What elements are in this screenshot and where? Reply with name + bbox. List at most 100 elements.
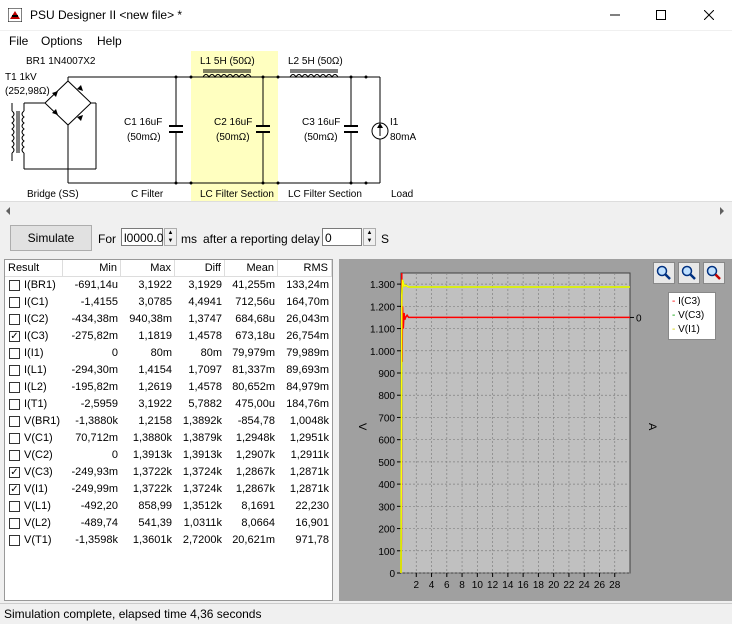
table-row[interactable]: I(BR1) -691,14u 3,1922 3,1929 41,255m 133,24m xyxy=(5,277,332,294)
seconds-label: S xyxy=(381,232,390,246)
t1-resistance-label: (252,98Ω) xyxy=(5,86,50,97)
result-checkbox[interactable] xyxy=(9,348,20,359)
cell-rms: 971,78 xyxy=(295,534,329,546)
status-text: Simulation complete, elapsed time 4,36 s… xyxy=(4,607,262,621)
table-row[interactable]: I(C2) -434,38m 940,38m 1,3747 684,68u 26,043m xyxy=(5,311,332,328)
simulation-toolbar: Simulate For l0000.0 ▲ ▼ ms after a repor… xyxy=(0,218,732,256)
header-max[interactable]: Max xyxy=(121,260,175,277)
schematic-horizontal-scrollbar[interactable] xyxy=(0,201,732,218)
cell-rms: 26,043m xyxy=(286,313,329,325)
zoom-out-button[interactable] xyxy=(678,262,700,284)
menu-help[interactable]: Help xyxy=(97,34,122,48)
x-tick-label: 20 xyxy=(548,580,560,591)
result-checkbox[interactable] xyxy=(9,450,20,461)
result-checkbox[interactable] xyxy=(9,501,20,512)
y-tick-label: 500 xyxy=(378,458,395,469)
zoom-reset-button[interactable] xyxy=(703,262,725,284)
minimize-button[interactable] xyxy=(592,0,638,30)
close-button[interactable] xyxy=(686,0,732,30)
close-icon xyxy=(704,10,714,20)
schematic-drawing xyxy=(11,69,389,185)
result-checkbox[interactable]: ✓ xyxy=(9,484,20,495)
table-row[interactable]: V(C2) 0 1,3913k 1,3913k 1,2907k 1,2911k xyxy=(5,447,332,464)
header-min[interactable]: Min xyxy=(63,260,121,277)
cell-diff: 80m xyxy=(200,347,222,359)
menu-file[interactable]: File xyxy=(9,34,28,48)
table-row[interactable]: ✓ V(C3) -249,93m 1,3722k 1,3724k 1,2867k 1,287… xyxy=(5,464,332,481)
cell-diff: 1,3892k xyxy=(182,415,222,427)
header-diff[interactable]: Diff xyxy=(175,260,225,277)
scroll-right-icon[interactable] xyxy=(718,205,726,219)
header-rms[interactable]: RMS xyxy=(278,260,332,277)
cell-min: -2,5959 xyxy=(80,398,118,410)
cell-max: 1,3722k xyxy=(132,483,172,495)
zoom-in-icon xyxy=(656,265,671,280)
schematic-view[interactable]: BR1 1N4007X2 T1 1kV (252,98Ω) C1 16uF (5… xyxy=(0,51,732,201)
result-name: V(BR1) xyxy=(24,415,61,427)
cell-max: 80m xyxy=(150,347,172,359)
y-tick-label: 1.300 xyxy=(370,280,395,291)
y-tick-label: 1.100 xyxy=(370,325,395,336)
delay-input[interactable]: 0 xyxy=(322,228,362,246)
result-name: I(C2) xyxy=(24,313,49,325)
table-row[interactable]: V(T1) -1,3598k 1,3601k 2,7200k 20,621m 971,78 xyxy=(5,532,332,549)
header-mean[interactable]: Mean xyxy=(225,260,278,277)
legend-item: - V(C3) xyxy=(672,309,712,323)
table-row[interactable]: I(I1) 0 80m 80m 79,979m 79,989m xyxy=(5,345,332,362)
result-checkbox[interactable] xyxy=(9,416,20,427)
result-checkbox[interactable] xyxy=(9,518,20,529)
cell-diff: 3,1929 xyxy=(188,279,222,291)
result-checkbox[interactable] xyxy=(9,314,20,325)
table-row[interactable]: I(L2) -195,82m 1,2619 1,4578 80,652m 84,979m xyxy=(5,379,332,396)
table-row[interactable]: V(BR1) -1,3880k 1,2158 1,3892k -854,78 1,0048… xyxy=(5,413,332,430)
cell-mean: 1,2948k xyxy=(235,432,275,444)
table-row[interactable]: I(T1) -2,5959 3,1922 5,7882 475,00u 184,76m xyxy=(5,396,332,413)
result-checkbox[interactable] xyxy=(9,365,20,376)
simulate-button[interactable]: Simulate xyxy=(10,225,92,251)
cell-min: -492,20 xyxy=(80,500,118,512)
br1-label: BR1 1N4007X2 xyxy=(26,56,96,67)
x-tick-label: 18 xyxy=(533,580,545,591)
table-row[interactable]: V(C1) 70,712m 1,3880k 1,3879k 1,2948k 1,2951k xyxy=(5,430,332,447)
result-checkbox[interactable]: ✓ xyxy=(9,467,20,478)
x-tick-label: 16 xyxy=(518,580,530,591)
cell-mean: 673,18u xyxy=(235,330,275,342)
duration-input[interactable]: l0000.0 xyxy=(121,228,163,246)
cell-diff: 1,3747 xyxy=(188,313,222,325)
cell-diff: 1,0311k xyxy=(183,517,222,529)
table-row[interactable]: I(C1) -1,4155 3,0785 4,4941 712,56u 164,70m xyxy=(5,294,332,311)
menu-options[interactable]: Options xyxy=(41,34,82,48)
scroll-left-icon[interactable] xyxy=(4,205,12,219)
result-checkbox[interactable] xyxy=(9,399,20,410)
cell-rms: 16,901 xyxy=(295,517,329,529)
cell-rms: 1,0048k xyxy=(289,415,329,427)
legend-item: - I(C3) xyxy=(672,295,712,309)
chart-panel[interactable]: 0 100 200 300 400 500 600 700 800 900 1.000 1.100 1.… xyxy=(339,259,732,601)
x-tick-label: 2 xyxy=(413,580,419,591)
header-result[interactable]: Result xyxy=(5,260,63,277)
result-checkbox[interactable] xyxy=(9,280,20,291)
duration-spinner[interactable]: ▲ ▼ xyxy=(164,228,177,246)
result-checkbox[interactable] xyxy=(9,535,20,546)
table-row[interactable]: V(L1) -492,20 858,99 1,3512k 8,1691 22,230 xyxy=(5,498,332,515)
y-tick-label: 700 xyxy=(378,413,395,424)
table-row[interactable]: ✓ I(C3) -275,82m 1,1819 1,4578 673,18u 26,754m xyxy=(5,328,332,345)
cell-diff: 1,3724k xyxy=(182,483,222,495)
table-row[interactable]: V(L2) -489,74 541,39 1,0311k 8,0664 16,901 xyxy=(5,515,332,532)
result-checkbox[interactable] xyxy=(9,433,20,444)
legend-label: V(I1) xyxy=(678,324,700,335)
delay-spinner[interactable]: ▲ ▼ xyxy=(363,228,376,246)
result-checkbox[interactable] xyxy=(9,382,20,393)
cell-min: -275,82m xyxy=(71,330,118,342)
maximize-button[interactable] xyxy=(638,0,684,30)
cell-min: -1,3880k xyxy=(75,415,118,427)
table-row[interactable]: ✓ V(I1) -249,99m 1,3722k 1,3724k 1,2867k 1,287… xyxy=(5,481,332,498)
x-tick-label: 24 xyxy=(579,580,591,591)
y-tick-label: 300 xyxy=(378,502,395,513)
legend-label: V(C3) xyxy=(678,310,705,321)
result-checkbox[interactable] xyxy=(9,297,20,308)
table-row[interactable]: I(L1) -294,30m 1,4154 1,7097 81,337m 89,693m xyxy=(5,362,332,379)
result-checkbox[interactable]: ✓ xyxy=(9,331,20,342)
zoom-in-button[interactable] xyxy=(653,262,675,284)
result-name: V(C3) xyxy=(24,466,53,478)
